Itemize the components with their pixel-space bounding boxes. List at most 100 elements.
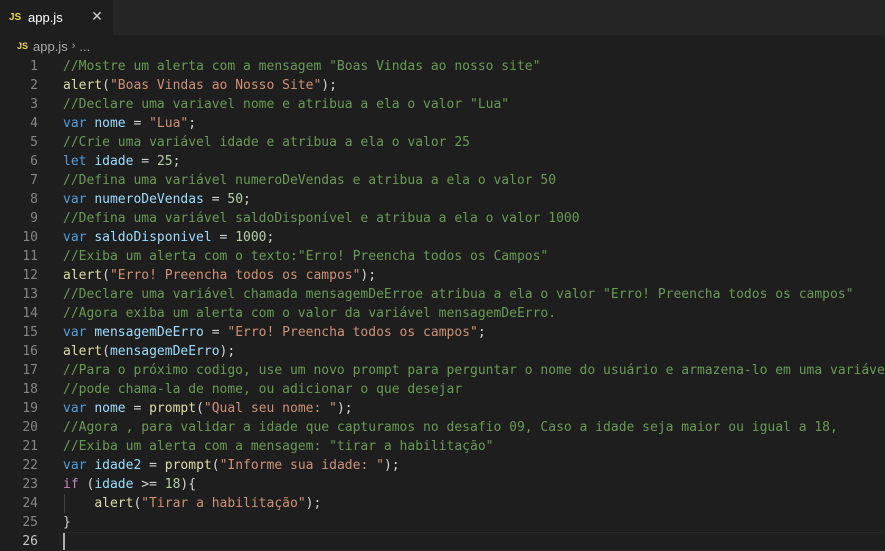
line-number: 25 xyxy=(22,515,38,530)
code-line[interactable]: 3 //Declare uma variavel nome e atribua a… xyxy=(0,95,885,114)
code-token: //Defina uma variável numeroDeVendas e a… xyxy=(63,173,557,188)
code-line[interactable]: 14 //Agora exiba um alerta com o valor da… xyxy=(0,304,885,323)
code-text: //Exiba um alerta com o texto:"Erro! Pre… xyxy=(63,247,548,266)
code-token: //Exiba um alerta com o texto:"Erro! Pre… xyxy=(63,249,549,264)
code-token: //Agora exiba um alerta com o valor da v… xyxy=(63,306,557,321)
code-token: ( xyxy=(102,268,110,283)
code-token: ; xyxy=(172,154,181,169)
code-line[interactable]: 11 //Exiba um alerta com o texto:"Erro! P… xyxy=(0,247,885,266)
line-number: 17 xyxy=(22,363,38,378)
line-number: 19 xyxy=(22,401,38,416)
code-token: alert xyxy=(63,268,103,283)
code-line[interactable]: 15 var mensagemDeErro = "Erro! Preencha t… xyxy=(0,323,885,342)
breadcrumb-file[interactable]: app.js xyxy=(33,39,68,54)
code-line[interactable]: 22 var idade2 = prompt("Informe sua idade… xyxy=(0,456,885,475)
code-line[interactable]: 12 alert("Erro! Preencha todos os campos"… xyxy=(0,266,885,285)
code-line[interactable]: 25} xyxy=(0,513,885,532)
line-number: 23 xyxy=(22,477,38,492)
line-number: 16 xyxy=(22,344,38,359)
code-token: >= xyxy=(133,477,165,492)
code-line[interactable]: 20 //Agora , para validar a idade que cap… xyxy=(0,418,885,437)
breadcrumb: JS app.js › ... xyxy=(0,35,885,57)
code-token: ( xyxy=(196,401,204,416)
line-number: 13 xyxy=(22,287,38,302)
code-line[interactable]: 24 alert("Tirar a habilitação"); xyxy=(0,494,885,513)
code-text: } xyxy=(63,513,71,532)
code-token: //Defina uma variável saldoDisponível e … xyxy=(63,211,580,226)
code-token: ( xyxy=(211,458,220,473)
chevron-right-icon: › xyxy=(71,40,76,52)
code-editor[interactable]: 1 //Mostre um alerta com a mensagem "Boas… xyxy=(0,57,885,551)
code-token: nome xyxy=(94,401,126,416)
javascript-file-icon: JS xyxy=(17,41,29,51)
code-line[interactable]: 6 let idade = 25; xyxy=(0,152,885,171)
line-number: 5 xyxy=(30,135,38,150)
code-text: alert(mensagemDeErro); xyxy=(63,342,235,361)
code-token: ( xyxy=(102,78,110,93)
code-token: = xyxy=(133,154,157,169)
code-line[interactable]: 17 //Para o próximo codigo, use um novo p… xyxy=(0,361,885,380)
code-line[interactable]: 13 //Declare uma variável chamada mensage… xyxy=(0,285,885,304)
code-token: = xyxy=(211,230,236,245)
code-text: //Agora exiba um alerta com o valor da v… xyxy=(63,304,556,323)
code-token: //pode chama-la de nome, ou adicionar o … xyxy=(63,382,463,397)
code-line[interactable]: 1 //Mostre um alerta com a mensagem "Boas… xyxy=(0,57,885,76)
code-text: var nome = "Lua"; xyxy=(63,114,196,133)
code-line[interactable]: 19 var nome = prompt("Qual seu nome: "); xyxy=(0,399,885,418)
code-token: ; xyxy=(188,116,197,131)
code-line[interactable]: 4 var nome = "Lua"; xyxy=(0,114,885,133)
code-token: alert xyxy=(94,496,134,511)
code-line[interactable]: 23 if (idade >= 18){ xyxy=(0,475,885,494)
code-token: ); xyxy=(305,496,322,511)
code-text: alert("Boas Vindas ao Nosso Site"); xyxy=(63,76,337,95)
code-token: = xyxy=(125,116,150,131)
javascript-file-icon: JS xyxy=(9,12,22,23)
code-token: ; xyxy=(477,325,486,340)
line-number: 4 xyxy=(30,116,38,131)
code-line[interactable]: 16 alert(mensagemDeErro); xyxy=(0,342,885,361)
code-token: ); xyxy=(360,268,377,283)
code-token: 25 xyxy=(156,154,173,169)
code-token: prompt xyxy=(149,401,197,416)
code-token: 18 xyxy=(164,477,181,492)
code-text: //Agora , para validar a idade que captu… xyxy=(63,418,838,437)
code-line[interactable]: 8 var numeroDeVendas = 50; xyxy=(0,190,885,209)
code-token: 50 xyxy=(227,192,244,207)
tab-label: app.js xyxy=(28,10,63,25)
tab-bar: JS app.js ✕ xyxy=(0,0,885,35)
code-text: //Declare uma variavel nome e atribua a … xyxy=(63,95,509,114)
line-number: 26 xyxy=(22,534,38,549)
code-text: //Defina uma variável saldoDisponível e … xyxy=(63,209,580,228)
tab-app-js[interactable]: JS app.js ✕ xyxy=(0,0,113,35)
code-text: var mensagemDeErro = "Erro! Preencha tod… xyxy=(63,323,486,342)
code-token: //Exiba um alerta com a mensagem: "tirar… xyxy=(63,439,494,454)
code-token: //Agora , para validar a idade que captu… xyxy=(63,420,838,435)
code-token: mensagemDeErro xyxy=(94,325,204,340)
code-line[interactable]: 2 alert("Boas Vindas ao Nosso Site"); xyxy=(0,76,885,95)
code-token: ); xyxy=(219,344,236,359)
close-icon[interactable]: ✕ xyxy=(89,9,105,25)
line-number: 11 xyxy=(22,249,38,264)
code-token: "Lua" xyxy=(149,116,189,131)
code-line[interactable]: 5 //Crie uma variável idade e atribua a e… xyxy=(0,133,885,152)
code-token: //Declare uma variável chamada mensagemD… xyxy=(63,287,854,302)
code-line[interactable]: 10 var saldoDisponivel = 1000; xyxy=(0,228,885,247)
code-line[interactable]: 26 xyxy=(0,532,885,551)
line-number: 22 xyxy=(22,458,38,473)
line-number: 9 xyxy=(30,211,38,226)
line-number: 6 xyxy=(30,154,38,169)
breadcrumb-more[interactable]: ... xyxy=(79,39,90,54)
code-text: alert("Erro! Preencha todos os campos"); xyxy=(63,266,376,285)
code-token: var xyxy=(63,116,87,131)
code-token: ; xyxy=(266,230,275,245)
code-text: let idade = 25; xyxy=(63,152,180,171)
code-line[interactable]: 7 //Defina uma variável numeroDeVendas e … xyxy=(0,171,885,190)
code-line[interactable]: 21 //Exiba um alerta com a mensagem: "tir… xyxy=(0,437,885,456)
line-number: 24 xyxy=(22,496,38,511)
code-line[interactable]: 9 //Defina uma variável saldoDisponível e… xyxy=(0,209,885,228)
code-line[interactable]: 18 //pode chama-la de nome, ou adicionar … xyxy=(0,380,885,399)
line-number: 12 xyxy=(22,268,38,283)
code-text: //Declare uma variável chamada mensagemD… xyxy=(63,285,854,304)
code-token: let xyxy=(63,154,87,169)
